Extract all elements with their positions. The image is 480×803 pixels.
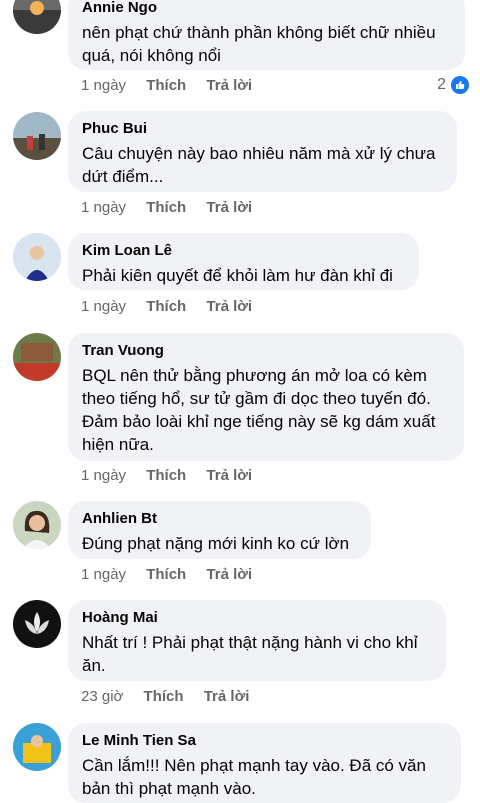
comment-text: Câu chuyện này bao nhiêu năm mà xử lý ch… xyxy=(82,144,436,186)
reaction-count[interactable]: 2 xyxy=(437,74,471,96)
like-button[interactable]: Thích xyxy=(144,688,184,705)
comment-actions: 1 ngày Thích Trả lời xyxy=(81,298,268,315)
comment-time[interactable]: 1 ngày xyxy=(81,77,126,94)
comment-author[interactable]: Le Minh Tien Sa xyxy=(82,732,447,750)
avatar[interactable] xyxy=(13,723,61,771)
comment-text: nên phạt chứ thành phần không biết chữ n… xyxy=(82,23,436,65)
avatar[interactable] xyxy=(13,112,61,160)
reply-button[interactable]: Trả lời xyxy=(206,298,252,315)
comment-author[interactable]: Phuc Bui xyxy=(82,120,443,138)
comment-actions: 1 ngày Thích Trả lời xyxy=(81,467,268,484)
comment-author[interactable]: Kim Loan Lê xyxy=(82,242,405,260)
reply-button[interactable]: Trả lời xyxy=(206,467,252,484)
like-reaction-icon xyxy=(449,74,471,96)
comment-text: Đúng phạt nặng mới kinh ko cứ lờn xyxy=(82,534,350,553)
comment-bubble: Le Minh Tien Sa Cần lắm!!! Nên phạt mạnh… xyxy=(68,723,461,803)
avatar[interactable] xyxy=(13,333,61,381)
comment-text: Phải kiên quyết để khỏi làm hư đàn khỉ đ… xyxy=(82,266,393,285)
comment-time[interactable]: 1 ngày xyxy=(81,298,126,315)
avatar[interactable] xyxy=(13,600,61,648)
reply-button[interactable]: Trả lời xyxy=(206,77,252,94)
comment-bubble: Kim Loan Lê Phải kiên quyết để khỏi làm … xyxy=(68,233,419,290)
comment-text: BQL nên thử bằng phương án mở loa có kèm… xyxy=(82,366,436,454)
comment-bubble: Annie Ngo nên phạt chứ thành phần không … xyxy=(68,0,465,70)
like-button[interactable]: Thích xyxy=(146,467,186,484)
comment-actions: 23 giờ Thích Trả lời xyxy=(81,688,265,705)
comment-bubble: Tran Vuong BQL nên thử bằng phương án mở… xyxy=(68,333,464,461)
avatar[interactable] xyxy=(13,233,61,281)
comment-author[interactable]: Hoàng Mai xyxy=(82,609,432,627)
reply-button[interactable]: Trả lời xyxy=(206,199,252,216)
comment-time[interactable]: 1 ngày xyxy=(81,199,126,216)
comment-actions: 1 ngày Thích Trả lời xyxy=(81,199,268,216)
comment-text: Cần lắm!!! Nên phạt mạnh tay vào. Đã có … xyxy=(82,756,426,798)
reply-button[interactable]: Trả lời xyxy=(204,688,250,705)
comment-time[interactable]: 1 ngày xyxy=(81,566,126,583)
like-button[interactable]: Thích xyxy=(146,566,186,583)
reaction-count-value: 2 xyxy=(437,76,446,93)
comment-time[interactable]: 1 ngày xyxy=(81,467,126,484)
avatar[interactable] xyxy=(13,501,61,549)
comment-author[interactable]: Anhlien Bt xyxy=(82,510,357,528)
comment-author[interactable]: Annie Ngo xyxy=(82,0,451,17)
like-button[interactable]: Thích xyxy=(146,199,186,216)
avatar[interactable] xyxy=(13,0,61,34)
comment-actions: 1 ngày Thích Trả lời xyxy=(81,566,268,583)
comment-text: Nhất trí ! Phải phạt thật nặng hành vi c… xyxy=(82,633,418,675)
comment-author[interactable]: Tran Vuong xyxy=(82,342,450,360)
comment-actions: 1 ngày Thích Trả lời xyxy=(81,77,268,94)
like-button[interactable]: Thích xyxy=(146,77,186,94)
comment-time[interactable]: 23 giờ xyxy=(81,688,123,705)
comment-bubble: Anhlien Bt Đúng phạt nặng mới kinh ko cứ… xyxy=(68,501,371,559)
reply-button[interactable]: Trả lời xyxy=(206,566,252,583)
comment-bubble: Phuc Bui Câu chuyện này bao nhiêu năm mà… xyxy=(68,111,457,192)
comment-bubble: Hoàng Mai Nhất trí ! Phải phạt thật nặng… xyxy=(68,600,446,681)
like-button[interactable]: Thích xyxy=(146,298,186,315)
